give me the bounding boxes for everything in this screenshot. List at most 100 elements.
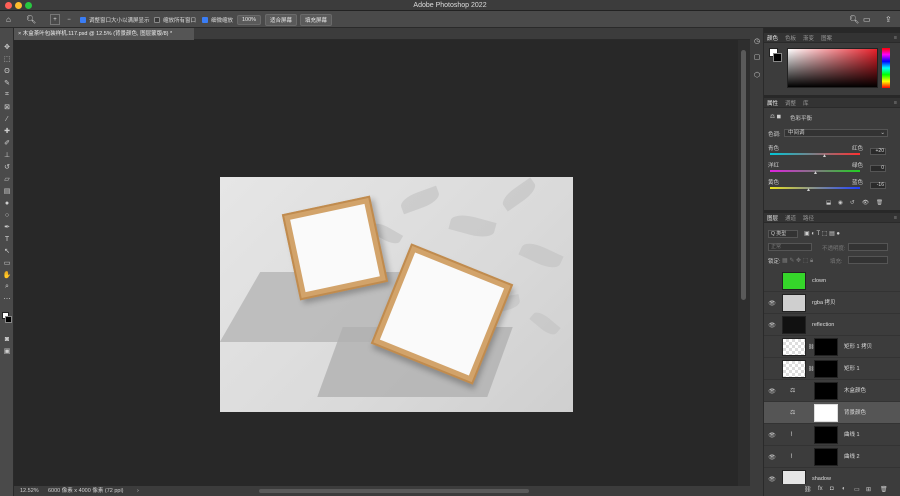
- eraser-tool-icon[interactable]: ▱: [2, 174, 12, 184]
- screen-mode-icon[interactable]: ▣: [2, 346, 12, 356]
- view-previous-icon[interactable]: ◉: [838, 200, 843, 206]
- lasso-tool-icon[interactable]: ʘ: [2, 66, 12, 76]
- blur-tool-icon[interactable]: ●: [2, 198, 12, 208]
- layer-filter-select[interactable]: Q 类型: [768, 230, 798, 238]
- crop-tool-icon[interactable]: ⌗: [2, 90, 12, 100]
- horizontal-scrollbar[interactable]: [259, 489, 529, 493]
- frame-tool-icon[interactable]: ⊠: [2, 102, 12, 112]
- path-select-tool-icon[interactable]: ↖: [2, 246, 12, 256]
- hand-tool-icon[interactable]: ✋: [2, 270, 12, 280]
- rectangle-tool-icon[interactable]: ▭: [2, 258, 12, 268]
- quick-mask-icon[interactable]: ◙: [2, 334, 12, 344]
- color-picker-field[interactable]: [787, 48, 878, 88]
- yellow-blue-slider[interactable]: [770, 187, 860, 189]
- eye-icon[interactable]: 👁︎: [768, 453, 776, 461]
- delete-icon[interactable]: 🗑︎: [876, 200, 883, 206]
- zoom-level[interactable]: 12.52%: [20, 486, 39, 496]
- eye-icon[interactable]: 👁︎: [768, 431, 776, 439]
- comments-icon[interactable]: ▢: [752, 52, 762, 62]
- layer-mask-thumbnail[interactable]: [814, 360, 838, 378]
- workspace-icon[interactable]: ▭: [863, 11, 871, 28]
- tab-adjustments[interactable]: 调整: [785, 99, 796, 107]
- layer-row-clown[interactable]: clown: [764, 270, 900, 292]
- type-tool-icon[interactable]: T: [2, 234, 12, 244]
- zoom-in-icon[interactable]: +: [50, 14, 60, 25]
- opacity-input[interactable]: [848, 243, 888, 251]
- layer-row-rect1-copy[interactable]: ⛓ 矩形 1 拷贝: [764, 336, 900, 358]
- slider-handle-icon[interactable]: ▲: [806, 187, 811, 193]
- slider-handle-icon[interactable]: ▲: [822, 153, 827, 159]
- quick-select-tool-icon[interactable]: ✎: [2, 78, 12, 88]
- visibility-icon[interactable]: 👁︎: [862, 200, 869, 206]
- foreground-background-color-icon[interactable]: [2, 312, 12, 326]
- share-icon[interactable]: ⇪: [885, 11, 892, 28]
- new-layer-icon[interactable]: ⊞: [866, 486, 871, 493]
- home-icon[interactable]: ⌂: [6, 11, 11, 28]
- layer-row-rgba-copy[interactable]: 👁︎ rgba 拷贝: [764, 292, 900, 314]
- layer-mask-thumbnail[interactable]: [814, 404, 838, 422]
- new-group-icon[interactable]: ▭: [854, 486, 860, 493]
- reset-icon[interactable]: ↺: [850, 200, 855, 206]
- clone-stamp-tool-icon[interactable]: ⊥: [2, 150, 12, 160]
- 3d-icon[interactable]: ⬡: [752, 70, 762, 80]
- tab-gradients[interactable]: 渐变: [803, 34, 814, 42]
- scrollbar-thumb[interactable]: [741, 50, 746, 300]
- layer-row-background-color[interactable]: ⚖ 背景颜色: [764, 402, 900, 424]
- vertical-scrollbar[interactable]: [738, 40, 750, 486]
- resize-windows-checkbox[interactable]: 调整窗口大小以满屏显示: [80, 11, 150, 28]
- zoom-icon[interactable]: 🔍︎: [26, 11, 36, 28]
- mockup-image[interactable]: [220, 177, 573, 412]
- panel-menu-icon[interactable]: ≡: [894, 100, 897, 106]
- background-color-swatch[interactable]: [773, 53, 782, 62]
- cyan-red-value[interactable]: +20: [870, 148, 886, 155]
- tab-swatches[interactable]: 色板: [785, 34, 796, 42]
- move-tool-icon[interactable]: ✥: [2, 42, 12, 52]
- gradient-tool-icon[interactable]: ▤: [2, 186, 12, 196]
- eye-icon[interactable]: 👁︎: [768, 321, 776, 329]
- fill-screen-button[interactable]: 填充屏幕: [300, 13, 333, 26]
- canvas-area[interactable]: [14, 40, 738, 486]
- new-adjustment-icon[interactable]: ◐: [842, 486, 846, 492]
- marquee-tool-icon[interactable]: ⬚: [2, 54, 12, 64]
- status-arrow-icon[interactable]: ›: [137, 486, 139, 496]
- zoom-tool-icon[interactable]: ⌕: [2, 282, 12, 292]
- link-layers-icon[interactable]: ⛓: [804, 486, 812, 493]
- clip-to-layer-icon[interactable]: ⬓: [826, 200, 831, 206]
- pen-tool-icon[interactable]: ✒: [2, 222, 12, 232]
- layer-mask-thumbnail[interactable]: [814, 426, 838, 444]
- healing-brush-tool-icon[interactable]: ✚: [2, 126, 12, 136]
- eye-icon[interactable]: 👁︎: [768, 299, 776, 307]
- layer-mask-thumbnail[interactable]: [814, 338, 838, 356]
- zoom-all-checkbox[interactable]: 缩放所有窗口: [154, 11, 196, 28]
- layer-mask-thumbnail[interactable]: [814, 382, 838, 400]
- cyan-red-slider[interactable]: [770, 153, 860, 155]
- tab-paths[interactable]: 路径: [803, 214, 814, 222]
- add-mask-icon[interactable]: ◘: [830, 486, 834, 492]
- delete-layer-icon[interactable]: 🗑︎: [880, 486, 888, 493]
- layer-row-curves2[interactable]: 👁︎ ⌇ 曲线 2: [764, 446, 900, 468]
- tone-select[interactable]: 中间调 ⌄: [784, 129, 888, 137]
- zoom-100-button[interactable]: 100%: [237, 14, 262, 25]
- eye-icon[interactable]: 👁︎: [768, 387, 776, 395]
- history-brush-tool-icon[interactable]: ↺: [2, 162, 12, 172]
- yellow-blue-value[interactable]: -16: [870, 182, 886, 189]
- tab-libraries[interactable]: 库: [803, 99, 809, 107]
- eyedropper-tool-icon[interactable]: ⁄: [2, 114, 12, 124]
- eye-icon[interactable]: 👁︎: [768, 475, 776, 483]
- layer-row-rect1[interactable]: ⛓ 矩形 1: [764, 358, 900, 380]
- lock-icons[interactable]: ▦ ✎ ✥ ⬚ 🔒︎: [782, 257, 813, 265]
- layer-mask-thumbnail[interactable]: [814, 448, 838, 466]
- dodge-tool-icon[interactable]: ○: [2, 210, 12, 220]
- slider-handle-icon[interactable]: ▲: [813, 170, 818, 176]
- more-tools-icon[interactable]: ⋯: [2, 294, 12, 304]
- magenta-green-value[interactable]: 0: [870, 165, 886, 172]
- tab-patterns[interactable]: 图案: [821, 34, 832, 42]
- tab-properties[interactable]: 属性: [767, 99, 778, 107]
- search-icon[interactable]: 🔍︎: [849, 11, 859, 28]
- filter-icons[interactable]: ▣ ◐ T ⬚ ▤ ●: [804, 230, 840, 237]
- layer-row-box-color[interactable]: 👁︎ ⚖ 木盒颜色: [764, 380, 900, 402]
- fx-icon[interactable]: fx: [818, 486, 823, 492]
- tab-layers[interactable]: 图层: [767, 214, 778, 222]
- tab-color[interactable]: 颜色: [767, 34, 778, 42]
- fit-screen-button[interactable]: 适合屏幕: [265, 13, 298, 26]
